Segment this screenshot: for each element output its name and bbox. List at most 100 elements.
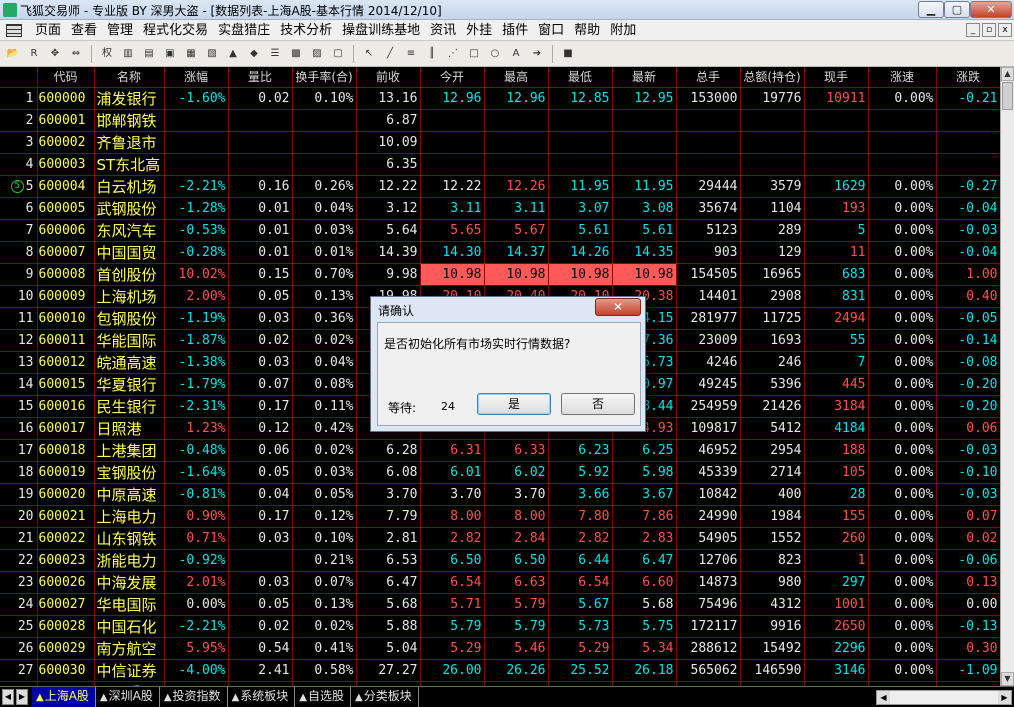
system-menu-icon[interactable] xyxy=(6,24,22,37)
table-row[interactable]: 21 600022 山东钢铁 0.71% 0.03 0.10% 2.81 2.82 2.84 2.… xyxy=(0,527,1000,550)
table-row[interactable]: 22 600023 浙能电力 -0.92% 0.21% 6.53 6.50 6.50 6.44 6… xyxy=(0,549,1000,572)
window-icon[interactable]: ▢ xyxy=(329,45,347,63)
table-row[interactable]: 1 600000 浦发银行 -1.60% 0.02 0.10% 13.16 12.96 12.9… xyxy=(0,87,1000,110)
menu-item-9[interactable]: 插件 xyxy=(497,22,533,39)
menu-item-6[interactable]: 操盘训练基地 xyxy=(337,22,425,39)
move-icon[interactable]: ✥ xyxy=(46,45,64,63)
calc-icon[interactable]: ▧ xyxy=(203,45,221,63)
mdi-restore-icon[interactable]: ▫ xyxy=(982,23,996,37)
chart-icon[interactable]: ▥ xyxy=(119,45,137,63)
tab-prev-icon[interactable]: ◀ xyxy=(2,689,14,705)
draw-line-icon[interactable]: ╱ xyxy=(381,45,399,63)
table-row[interactable]: 4 600003 ST东北高 6.35 xyxy=(0,153,1000,176)
scroll-thumb[interactable] xyxy=(1002,82,1013,110)
current-volume: 28 xyxy=(804,483,869,506)
maximize-button[interactable]: ▢ xyxy=(944,1,970,18)
col-header[interactable]: 最低 xyxy=(548,67,613,88)
col-header[interactable]: 前收 xyxy=(356,67,421,88)
table-row[interactable]: 6 600005 武钢股份 -1.28% 0.01 0.04% 3.12 3.11 3.11 3.… xyxy=(0,197,1000,220)
market-tab[interactable]: ▲投资指数 xyxy=(160,687,228,707)
col-header[interactable]: 涨速 xyxy=(868,67,937,88)
font-icon[interactable]: A xyxy=(507,45,525,63)
scroll-up-icon[interactable]: ▲ xyxy=(1001,67,1014,81)
col-header[interactable]: 涨幅 xyxy=(164,67,229,88)
disk-icon[interactable]: ■ xyxy=(559,45,577,63)
menu-item-5[interactable]: 技术分析 xyxy=(275,22,337,39)
menu-item-10[interactable]: 窗口 xyxy=(533,22,569,39)
table-row[interactable]: 5 5 600004 白云机场 -2.21% 0.16 0.26% 12.22 12.22 12.… xyxy=(0,175,1000,198)
menu-item-1[interactable]: 查看 xyxy=(66,22,102,39)
table-row[interactable]: 18 600019 宝钢股份 -1.64% 0.05 0.03% 6.08 6.01 6.02 5… xyxy=(0,461,1000,484)
col-header[interactable]: 最高 xyxy=(484,67,549,88)
col-header[interactable]: 量比 xyxy=(228,67,293,88)
open-icon[interactable]: 📂 xyxy=(4,45,22,63)
table-row[interactable]: 23 600026 中海发展 2.01% 0.03 0.07% 6.47 6.54 6.63 6.… xyxy=(0,571,1000,594)
menu-item-4[interactable]: 实盘猎庄 xyxy=(213,22,275,39)
table-row[interactable]: 3 600002 齐鲁退市 10.09 xyxy=(0,131,1000,154)
menu-item-3[interactable]: 程式化交易 xyxy=(138,22,213,39)
scroll-right-icon[interactable]: ▶ xyxy=(998,691,1011,704)
menu-item-12[interactable]: 附加 xyxy=(605,22,641,39)
col-header[interactable]: 总手 xyxy=(676,67,741,88)
menu-item-0[interactable]: 页面 xyxy=(30,22,66,39)
col-header[interactable]: 今开 xyxy=(420,67,485,88)
text-icon[interactable]: ≡ xyxy=(402,45,420,63)
f10-icon[interactable]: ▨ xyxy=(308,45,326,63)
table-row[interactable]: 24 600027 华电国际 0.00% 0.05 0.13% 5.68 5.71 5.79 5.… xyxy=(0,593,1000,616)
market-tab[interactable]: ▲深圳A股 xyxy=(96,687,160,707)
alert-icon[interactable]: ▲ xyxy=(224,45,242,63)
save-icon[interactable]: ▦ xyxy=(182,45,200,63)
hline-icon[interactable]: ║ xyxy=(423,45,441,63)
tab-next-icon[interactable]: ▶ xyxy=(16,689,28,705)
yes-button[interactable]: 是 xyxy=(477,393,551,415)
book-icon[interactable]: ▣ xyxy=(161,45,179,63)
col-header[interactable]: 代码 xyxy=(37,67,95,88)
cursor-icon[interactable]: ↖ xyxy=(360,45,378,63)
bell-icon[interactable]: ◆ xyxy=(245,45,263,63)
scroll-left-icon[interactable]: ◀ xyxy=(877,691,890,704)
table-row[interactable]: 19 600020 中原高速 -0.81% 0.04 0.05% 3.70 3.70 3.70 3… xyxy=(0,483,1000,506)
menu-item-2[interactable]: 管理 xyxy=(102,22,138,39)
link-icon[interactable]: ⇔ xyxy=(67,45,85,63)
market-tab[interactable]: ▲上海A股 xyxy=(32,687,96,707)
weight-icon[interactable]: 权 xyxy=(98,45,116,63)
table-row[interactable]: 2 600001 邯郸钢铁 6.87 xyxy=(0,109,1000,132)
table-row[interactable]: 17 600018 上港集团 -0.48% 0.06 0.02% 6.28 6.31 6.33 6… xyxy=(0,439,1000,462)
col-header[interactable]: 涨跌 xyxy=(936,67,1000,88)
grid-icon[interactable]: ▩ xyxy=(287,45,305,63)
market-tab[interactable]: ▲分类板块 xyxy=(351,687,419,707)
table-row[interactable]: 9 600008 首创股份 10.02% 0.15 0.70% 9.98 10.98 10.98… xyxy=(0,263,1000,286)
table-row[interactable]: 7 600006 东风汽车 -0.53% 0.01 0.03% 5.64 5.65 5.67 5.… xyxy=(0,219,1000,242)
mdi-close-icon[interactable]: x xyxy=(998,23,1012,37)
col-header[interactable]: 最新 xyxy=(612,67,677,88)
no-button[interactable]: 否 xyxy=(561,393,635,415)
menu-item-8[interactable]: 外挂 xyxy=(461,22,497,39)
table-row[interactable]: 27 600030 中信证券 -4.00% 2.41 0.58% 27.27 26.00 26.… xyxy=(0,659,1000,682)
close-window-button[interactable]: ✕ xyxy=(970,1,1012,18)
table-row[interactable]: 25 600028 中国石化 -2.21% 0.02 0.02% 5.88 5.79 5.79 5… xyxy=(0,615,1000,638)
col-header[interactable]: 现手 xyxy=(804,67,869,88)
arrow-icon[interactable]: ➔ xyxy=(528,45,546,63)
circle-icon[interactable]: ○ xyxy=(486,45,504,63)
table-row[interactable]: 26 600029 南方航空 5.95% 0.54 0.41% 5.04 5.29 5.46 5.… xyxy=(0,637,1000,660)
table-row[interactable]: 8 600007 中国国贸 -0.28% 0.01 0.01% 14.39 14.30 14.3… xyxy=(0,241,1000,264)
market-tab[interactable]: ▲系统板块 xyxy=(228,687,296,707)
rsi-icon[interactable]: R xyxy=(25,45,43,63)
menu-item-7[interactable]: 资讯 xyxy=(425,22,461,39)
horizontal-scrollbar[interactable]: ◀ ▶ xyxy=(876,690,1012,705)
vertical-scrollbar[interactable]: ▲ ▼ xyxy=(1000,67,1014,686)
menu-item-11[interactable]: 帮助 xyxy=(569,22,605,39)
dialog-close-button[interactable]: ✕ xyxy=(595,298,641,316)
minimize-button[interactable]: ▁ xyxy=(918,1,944,18)
scroll-down-icon[interactable]: ▼ xyxy=(1001,672,1014,686)
mdi-minimize-icon[interactable]: _ xyxy=(966,23,980,37)
fib-icon[interactable]: ⋰ xyxy=(444,45,462,63)
col-header[interactable]: 换手率(合) xyxy=(292,67,357,88)
market-tab[interactable]: ▲自选股 xyxy=(295,687,351,707)
screen-icon[interactable]: ▤ xyxy=(140,45,158,63)
rect-icon[interactable]: □ xyxy=(465,45,483,63)
list-icon[interactable]: ☰ xyxy=(266,45,284,63)
col-header[interactable]: 总额(持仓) xyxy=(740,67,805,88)
table-row[interactable]: 20 600021 上海电力 0.90% 0.17 0.12% 7.79 8.00 8.00 7.… xyxy=(0,505,1000,528)
col-header[interactable]: 名称 xyxy=(94,67,165,88)
